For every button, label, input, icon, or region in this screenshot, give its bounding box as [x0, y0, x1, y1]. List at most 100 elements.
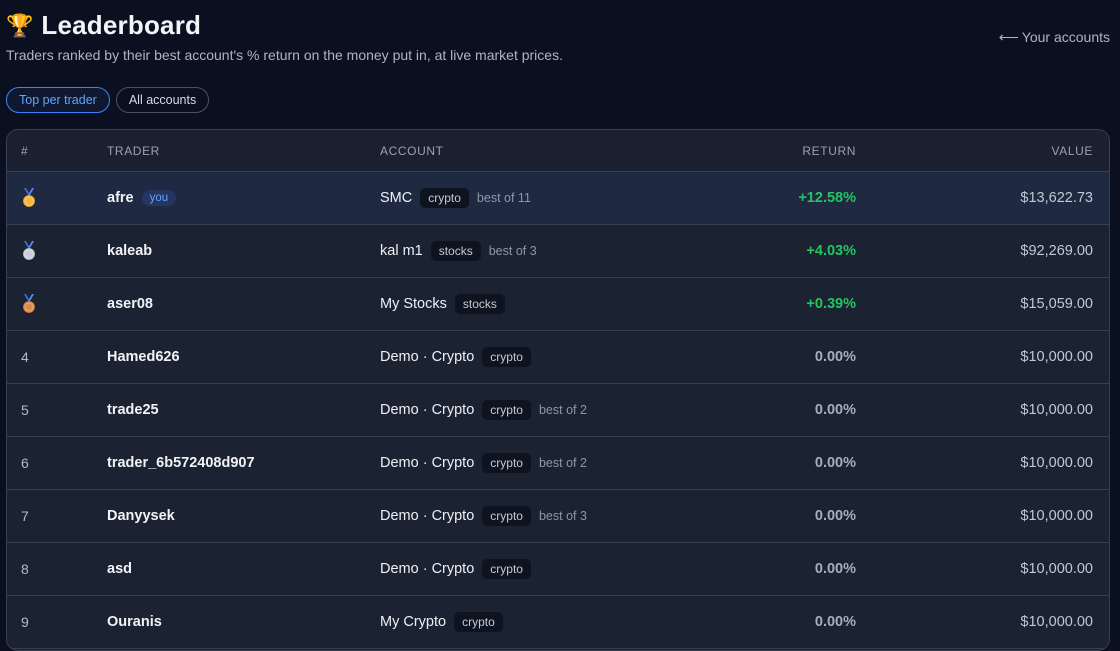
market-tag: crypto — [420, 188, 469, 208]
account-cell: Demo · Crypto crypto best of 3 — [380, 506, 710, 526]
return-value: 0.00% — [814, 508, 856, 524]
trader-cell: aser08 — [107, 296, 380, 312]
best-of-label: best of 3 — [488, 244, 537, 258]
return-value: 0.00% — [814, 402, 856, 418]
market-tag: crypto — [482, 400, 531, 420]
account-name[interactable]: SMC — [380, 190, 412, 206]
best-of-label: best of 3 — [538, 509, 587, 523]
bronze-medal-icon — [7, 294, 107, 314]
table-header: # TRADER ACCOUNT RETURN VALUE — [7, 130, 1109, 172]
market-tag: crypto — [482, 453, 531, 473]
account-value: $10,000.00 — [1020, 561, 1093, 577]
return-value: +4.03% — [806, 243, 856, 259]
account-name[interactable]: kal m1 — [380, 243, 423, 259]
account-name[interactable]: Demo · Crypto — [380, 561, 474, 577]
trader-name[interactable]: kaleab — [107, 243, 152, 259]
trader-cell: kaleab — [107, 243, 380, 259]
account-cell: My Crypto crypto — [380, 612, 710, 632]
table-row[interactable]: 9 Ouranis My Crypto crypto 0.00% $10,000.00 — [7, 596, 1109, 649]
table-row[interactable]: 5 trade25 Demo · Crypto crypto best of 2 0.00… — [7, 384, 1109, 437]
account-value: $10,000.00 — [1020, 349, 1093, 365]
trader-cell: Ouranis — [107, 614, 380, 630]
account-name[interactable]: My Stocks — [380, 296, 447, 312]
table-row[interactable]: 4 Hamed626 Demo · Crypto crypto 0.00% $10,000… — [7, 331, 1109, 384]
table-row[interactable]: 6 trader_6b572408d907 Demo · Crypto crypto b… — [7, 437, 1109, 490]
trader-name[interactable]: Ouranis — [107, 614, 162, 630]
return-value: 0.00% — [814, 349, 856, 365]
trader-cell: Danyysek — [107, 508, 380, 524]
page-header: 🏆 Leaderboard Traders ranked by their be… — [6, 10, 563, 63]
market-tag: crypto — [454, 612, 503, 632]
column-account: ACCOUNT — [380, 143, 444, 158]
account-value: $92,269.00 — [1020, 243, 1093, 259]
your-accounts-label: Your accounts — [1021, 29, 1110, 45]
rank-number: 6 — [21, 455, 29, 471]
rank-number: 8 — [21, 561, 29, 577]
column-trader: TRADER — [107, 143, 160, 158]
account-value: $10,000.00 — [1020, 455, 1093, 471]
column-value: VALUE — [1051, 143, 1093, 158]
account-name[interactable]: Demo · Crypto — [380, 402, 474, 418]
table-row[interactable]: afre you SMC crypto best of 11 +12.58% $13,622… — [7, 172, 1109, 225]
column-rank: # — [21, 143, 29, 158]
account-value: $10,000.00 — [1020, 614, 1093, 630]
trader-cell: trade25 — [107, 402, 380, 418]
return-value: 0.00% — [814, 614, 856, 630]
market-tag: crypto — [482, 506, 531, 526]
top-per-trader-toggle[interactable]: Top per trader — [6, 87, 110, 113]
trophy-icon: 🏆 — [6, 12, 34, 38]
trader-cell: afre you — [107, 190, 380, 206]
trader-cell: Hamed626 — [107, 349, 380, 365]
account-value: $13,622.73 — [1020, 190, 1093, 206]
market-tag: stocks — [454, 294, 505, 314]
table-row[interactable]: aser08 My Stocks stocks +0.39% $15,059.00 — [7, 278, 1109, 331]
trader-name[interactable]: afre — [107, 190, 134, 206]
trader-name[interactable]: Hamed626 — [107, 349, 180, 365]
account-name[interactable]: My Crypto — [380, 614, 446, 630]
best-of-label: best of 2 — [538, 403, 587, 417]
best-of-label: best of 11 — [476, 191, 531, 205]
account-cell: Demo · Crypto crypto — [380, 347, 710, 367]
account-value: $10,000.00 — [1020, 402, 1093, 418]
account-cell: SMC crypto best of 11 — [380, 188, 710, 208]
account-cell: Demo · Crypto crypto best of 2 — [380, 400, 710, 420]
column-return: RETURN — [802, 143, 856, 158]
arrow-left-icon: ⟵ — [998, 29, 1019, 45]
rank-number: 7 — [21, 508, 29, 524]
market-tag: crypto — [482, 559, 531, 579]
account-value: $15,059.00 — [1020, 296, 1093, 312]
account-cell: Demo · Crypto crypto — [380, 559, 710, 579]
table-row[interactable]: kaleab kal m1 stocks best of 3 +4.03% $92,269… — [7, 225, 1109, 278]
return-value: 0.00% — [814, 455, 856, 471]
account-name[interactable]: Demo · Crypto — [380, 455, 474, 471]
page-subtitle: Traders ranked by their best account's %… — [6, 47, 563, 63]
account-name[interactable]: Demo · Crypto — [380, 349, 474, 365]
table-row[interactable]: 8 asd Demo · Crypto crypto 0.00% $10,000.00 — [7, 543, 1109, 596]
trader-name[interactable]: Danyysek — [107, 508, 175, 524]
return-value: 0.00% — [814, 561, 856, 577]
trader-name[interactable]: trader_6b572408d907 — [107, 455, 255, 471]
leaderboard-table: # TRADER ACCOUNT RETURN VALUE afre you SMC… — [6, 129, 1110, 651]
trader-name[interactable]: aser08 — [107, 296, 153, 312]
return-value: +12.58% — [798, 190, 856, 206]
return-value: +0.39% — [806, 296, 856, 312]
market-tag: stocks — [430, 241, 481, 261]
table-body: afre you SMC crypto best of 11 +12.58% $13,622… — [7, 172, 1109, 649]
trader-cell: trader_6b572408d907 — [107, 455, 380, 471]
account-value: $10,000.00 — [1020, 508, 1093, 524]
trader-name[interactable]: asd — [107, 561, 132, 577]
page-title: Leaderboard — [41, 10, 202, 40]
account-cell: kal m1 stocks best of 3 — [380, 241, 710, 261]
rank-number: 4 — [21, 349, 29, 365]
market-tag: crypto — [482, 347, 531, 367]
trader-name[interactable]: trade25 — [107, 402, 159, 418]
view-filter: Top per trader All accounts — [6, 87, 210, 113]
best-of-label: best of 2 — [538, 456, 587, 470]
table-row[interactable]: 7 Danyysek Demo · Crypto crypto best of 3 0.0… — [7, 490, 1109, 543]
silver-medal-icon — [7, 241, 107, 261]
your-accounts-link[interactable]: ⟵ Your accounts — [999, 29, 1110, 46]
account-name[interactable]: Demo · Crypto — [380, 508, 474, 524]
you-badge: you — [141, 190, 177, 206]
rank-number: 9 — [21, 614, 29, 630]
all-accounts-toggle[interactable]: All accounts — [115, 87, 210, 113]
